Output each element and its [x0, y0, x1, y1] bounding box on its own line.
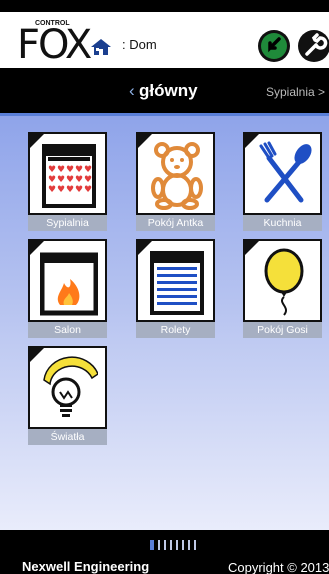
bed-icon: ♥ ♥ ♥ ♥ ♥ ♥ ♥ ♥ ♥ ♥ ♥ ♥ ♥ ♥ ♥	[42, 144, 96, 208]
nav-next-marker: >	[318, 85, 326, 99]
tile-corner-marker	[245, 134, 259, 148]
tile-box	[243, 132, 322, 215]
fork-spoon-icon	[259, 141, 312, 203]
tile-label: Pokój Gosi	[243, 322, 322, 338]
tile-box	[243, 239, 322, 322]
tile-label: Światła	[28, 429, 107, 445]
svg-text:♥: ♥	[57, 175, 65, 185]
lightbulb-icon	[43, 356, 98, 417]
fireplace-icon	[40, 252, 98, 316]
tile-corner-marker	[30, 241, 44, 255]
page-indicator	[150, 540, 200, 550]
copyright-text: Copyright © 2013	[228, 560, 329, 574]
tile-label: Salon	[28, 322, 107, 338]
svg-text:♥: ♥	[66, 165, 74, 175]
tile-rolety[interactable]: Rolety	[136, 239, 215, 339]
svg-text:♥: ♥	[75, 165, 83, 175]
tile-swiatla[interactable]: Światła	[28, 346, 107, 446]
tile-salon[interactable]: Salon	[28, 239, 107, 339]
svg-text:♥: ♥	[57, 165, 65, 175]
back-arrow-icon	[261, 33, 287, 59]
tile-pokoj-antka[interactable]: Pokój Antka	[136, 132, 215, 232]
blinds-icon	[150, 251, 204, 315]
tile-corner-marker	[138, 241, 152, 255]
svg-text:♥: ♥	[66, 175, 74, 185]
tile-corner-marker	[30, 348, 44, 362]
svg-text:♥: ♥	[48, 175, 56, 185]
nav-next-label: Sypialnia	[266, 85, 315, 99]
svg-text:♥: ♥	[57, 185, 65, 195]
svg-text:♥: ♥	[48, 165, 56, 175]
tile-pokoj-gosi[interactable]: Pokój Gosi	[243, 239, 322, 339]
tile-box	[136, 239, 215, 322]
fox-control-logo: FOX CONTROL	[17, 20, 92, 68]
room-grid: ♥♥♥♥♥ ♥♥♥♥♥ ♥♥♥♥♥ Sypialnia	[0, 116, 329, 530]
home-label: : Dom	[122, 37, 157, 52]
tile-corner-marker	[138, 134, 152, 148]
tile-label: Rolety	[136, 322, 215, 338]
app-footer: Nexwell Engineering Copyright © 2013	[0, 530, 329, 574]
teddy-bear-icon	[151, 142, 203, 210]
svg-text:♥: ♥	[75, 185, 83, 195]
svg-text:♥: ♥	[75, 175, 83, 185]
tile-box	[28, 346, 107, 429]
nav-current-title: główny	[139, 81, 198, 100]
tile-box	[136, 132, 215, 215]
wrench-icon	[299, 31, 329, 61]
logo-text: FOX	[17, 22, 92, 68]
logo-subtext: CONTROL	[35, 20, 70, 27]
tile-sypialnia[interactable]: ♥ ♥ ♥ ♥ ♥ ♥ ♥ ♥ ♥ ♥ ♥ ♥ ♥ ♥ ♥ Sypialnia	[28, 132, 107, 232]
tile-label: Sypialnia	[28, 215, 107, 231]
nav-prev-marker[interactable]: ‹	[129, 81, 135, 101]
svg-text:♥: ♥	[84, 185, 92, 195]
svg-text:♥: ♥	[66, 185, 74, 195]
room-nav-bar: ‹ główny Sypialnia >	[0, 68, 329, 116]
tile-box: ♥ ♥ ♥ ♥ ♥ ♥ ♥ ♥ ♥ ♥ ♥ ♥ ♥ ♥ ♥	[28, 132, 107, 215]
company-name: Nexwell Engineering	[22, 559, 150, 574]
tile-corner-marker	[245, 241, 259, 255]
tile-kuchnia[interactable]: Kuchnia	[243, 132, 322, 232]
svg-text:♥: ♥	[84, 175, 92, 185]
balloon-icon	[264, 248, 304, 316]
app-header: FOX CONTROL : Dom	[0, 0, 329, 68]
tile-label: Kuchnia	[243, 215, 322, 231]
house-icon	[91, 39, 111, 55]
nav-next-room[interactable]: Sypialnia >	[266, 85, 325, 99]
tile-label: Pokój Antka	[136, 215, 215, 231]
svg-text:♥: ♥	[84, 165, 92, 175]
back-button[interactable]	[258, 30, 290, 62]
settings-button[interactable]	[298, 30, 329, 62]
tile-box	[28, 239, 107, 322]
tile-corner-marker	[30, 134, 44, 148]
svg-text:♥: ♥	[48, 185, 56, 195]
